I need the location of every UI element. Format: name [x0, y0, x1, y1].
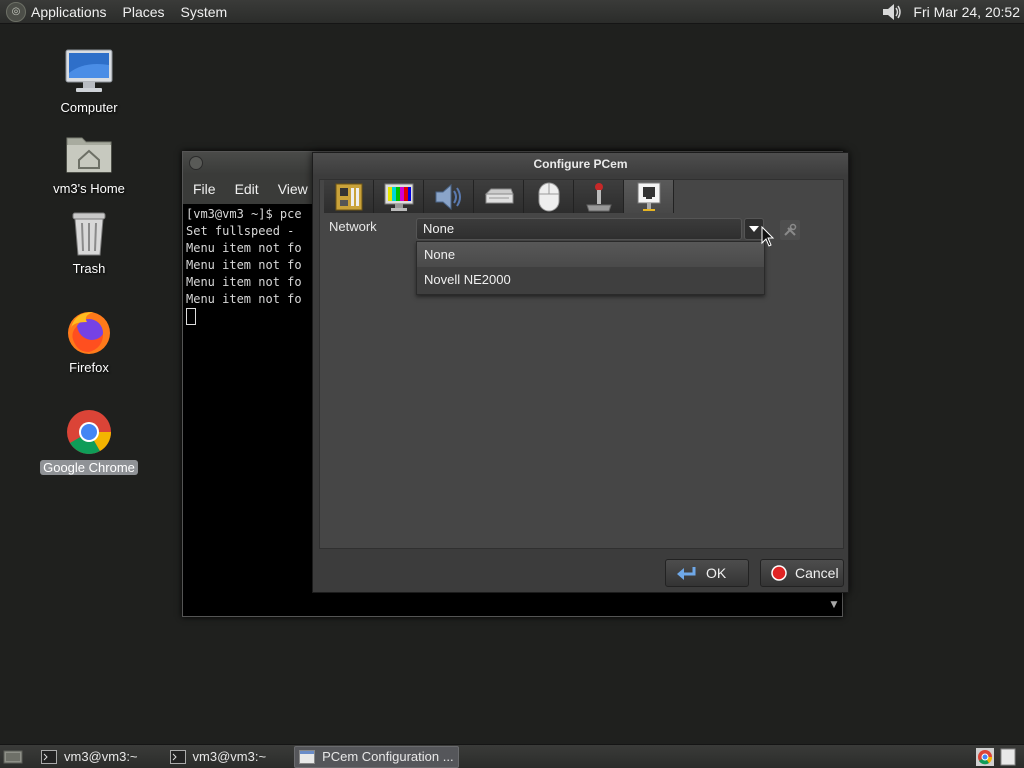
desktop-icon-label: Firefox	[69, 360, 109, 375]
edit-menu[interactable]: Edit	[235, 181, 259, 197]
joystick-icon	[585, 182, 612, 211]
top-panel: ◎ Applications Places System Fri Mar 24,…	[0, 0, 1024, 24]
show-desktop-icon[interactable]	[3, 749, 23, 765]
chrome-icon	[63, 406, 115, 458]
network-configure-button[interactable]	[780, 220, 800, 240]
desktop-icon-chrome[interactable]: Google Chrome	[34, 406, 144, 475]
desktop-icon-label: Computer	[60, 100, 118, 115]
volume-icon[interactable]	[881, 2, 903, 22]
desktop-icon-computer[interactable]: Computer	[34, 46, 144, 115]
tab-joystick[interactable]	[574, 180, 624, 213]
taskbar-item-terminal-2[interactable]: vm3@vm3:~	[166, 746, 271, 768]
cancel-label: Cancel	[795, 565, 839, 581]
network-select[interactable]: None	[416, 218, 742, 240]
terminal-icon	[169, 749, 186, 764]
scroll-down-arrow-icon[interactable]: ▼	[828, 600, 840, 614]
distro-logo-icon[interactable]: ◎	[6, 1, 26, 22]
mouse-icon	[538, 182, 559, 211]
places-menu[interactable]: Places	[123, 4, 165, 20]
terminal-cursor	[186, 308, 196, 325]
chevron-down-icon	[749, 226, 759, 232]
cancel-button[interactable]: Cancel	[760, 559, 844, 587]
tab-sound[interactable]	[424, 180, 474, 213]
desktop-icon-label: Trash	[72, 261, 106, 276]
desktop-icon-label: vm3's Home	[53, 181, 125, 196]
bottom-panel: vm3@vm3:~ vm3@vm3:~ PCem Configuration .…	[0, 744, 1024, 768]
tab-network[interactable]	[624, 180, 674, 213]
desktop-icon-firefox[interactable]: Firefox	[34, 306, 144, 375]
desktop-icon-label: Google Chrome	[40, 460, 138, 475]
configure-dialog: Configure PCem Network None None Novell …	[312, 152, 849, 593]
network-label: Network	[329, 219, 377, 234]
file-menu[interactable]: File	[193, 181, 216, 197]
enter-arrow-icon	[676, 565, 698, 581]
tab-display[interactable]	[374, 180, 424, 213]
monitor-icon	[384, 183, 413, 211]
network-port-icon	[637, 182, 660, 211]
taskbar-item-terminal-1[interactable]: vm3@vm3:~	[37, 746, 142, 768]
tools-icon	[784, 223, 797, 236]
config-category-toolbar	[324, 180, 674, 214]
terminal-icon	[41, 749, 57, 764]
dropdown-option-none[interactable]: None	[417, 242, 764, 267]
dropdown-option-ne2000[interactable]: Novell NE2000	[417, 267, 764, 292]
task-label: PCem Configuration ...	[322, 749, 454, 764]
window-menu-button[interactable]	[189, 156, 203, 170]
ok-button[interactable]: OK	[665, 559, 749, 587]
taskbar-item-pcem-config[interactable]: PCem Configuration ...	[294, 745, 459, 768]
desktop-icon-trash[interactable]: Trash	[34, 207, 144, 276]
tab-storage[interactable]	[474, 180, 524, 213]
task-label: vm3@vm3:~	[64, 749, 138, 764]
mouse-pointer-icon	[761, 226, 775, 247]
chrome-tray-icon[interactable]	[976, 747, 994, 766]
tab-mouse[interactable]	[524, 180, 574, 213]
panel-tray: Fri Mar 24, 20:52	[881, 2, 1024, 22]
firefox-icon	[63, 306, 115, 358]
motherboard-icon	[335, 183, 362, 210]
ok-label: OK	[706, 565, 727, 581]
trash-icon	[63, 207, 115, 259]
speaker-icon	[435, 183, 461, 210]
bottom-tray	[976, 747, 1024, 766]
home-folder-icon	[63, 127, 115, 179]
tab-machine[interactable]	[324, 180, 374, 213]
system-menu[interactable]: System	[181, 4, 228, 20]
stop-circle-icon	[771, 565, 787, 581]
window-icon	[299, 749, 316, 764]
task-label: vm3@vm3:~	[192, 749, 267, 764]
workspace-switcher-icon[interactable]	[1000, 748, 1018, 766]
computer-icon	[63, 46, 115, 98]
desktop-icon-home[interactable]: vm3's Home	[34, 127, 144, 196]
network-dropdown-list: None Novell NE2000	[416, 241, 765, 295]
dialog-title[interactable]: Configure PCem	[313, 153, 848, 175]
clock[interactable]: Fri Mar 24, 20:52	[913, 4, 1020, 20]
drive-icon	[484, 188, 514, 203]
view-menu[interactable]: View	[278, 181, 308, 197]
applications-menu[interactable]: Applications	[31, 4, 107, 20]
